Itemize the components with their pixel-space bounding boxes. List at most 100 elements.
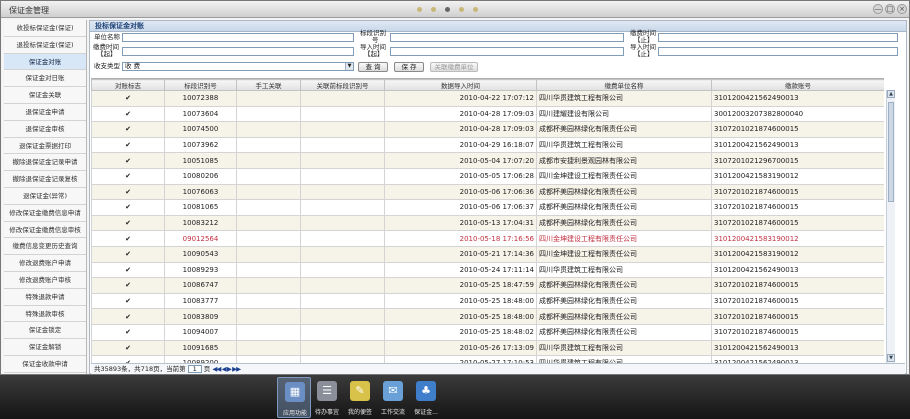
checkmark-icon[interactable]: ✔ (125, 313, 132, 321)
title-bar[interactable]: 保证金管理 — □ × (1, 1, 909, 18)
reconcile-checkbox[interactable]: ✔ (91, 230, 165, 247)
table-row[interactable]: ✔ 10073604 2010-04-28 17:09:03 四川建耀建设有限公司 30… (91, 105, 884, 123)
sidebar-item[interactable]: 保证金解锁 (4, 339, 86, 356)
checkmark-icon[interactable]: ✔ (125, 204, 132, 211)
reconcile-checkbox[interactable]: ✔ (91, 355, 165, 363)
fee-type-select[interactable]: 收 费 ▼ (122, 62, 354, 71)
checkmark-icon[interactable]: ✔ (125, 142, 132, 149)
table-row[interactable]: ✔ 10073962 2010-04-29 16:18:07 四川华贯建筑工程有限公司… (91, 136, 884, 154)
deposit-icon[interactable]: ♣ (416, 381, 436, 401)
sidebar-item[interactable]: 退保证金审核 (4, 121, 86, 138)
table-row[interactable]: ✔ 10090543 2010-05-21 17:14:36 四川金坤建设工程有限责任… (91, 245, 884, 263)
reconcile-checkbox[interactable]: ✔ (91, 199, 165, 216)
table-row[interactable]: ✔ 10089293 2010-05-24 17:11:14 四川华贯建筑工程有限公司… (91, 261, 884, 279)
minimize-button[interactable]: — (873, 4, 883, 14)
page-number-input[interactable]: 1 (187, 365, 202, 373)
table-row[interactable]: ✔ 10081065 2010-05-06 17:06:37 成都杯美园林绿化有限责任… (91, 199, 884, 216)
pay-time-to-input[interactable] (658, 33, 898, 42)
table-row[interactable]: ✔ 10076063 2010-05-06 17:06:36 成都杯美园林绿化有限责任… (91, 183, 884, 201)
checkmark-icon[interactable]: ✔ (125, 173, 132, 180)
reconcile-checkbox[interactable]: ✔ (91, 339, 165, 357)
checkmark-icon[interactable]: ✔ (125, 188, 132, 196)
dock-item[interactable]: ✉ 工作交流 (376, 377, 410, 418)
page-dot[interactable] (417, 7, 422, 12)
sidebar-item[interactable]: 保证金收款申请 (4, 356, 86, 373)
table-row[interactable]: ✔ 10094007 2010-05-25 18:48:02 成都杯美园林绿化有限责任… (91, 323, 884, 341)
column-header[interactable]: 标段识别号 (164, 79, 237, 91)
column-header[interactable]: 关联前标段识别号 (300, 79, 385, 91)
table-row[interactable]: ✔ 09012564 2010-05-18 17:16:56 四川金坤建设工程有限责任… (91, 230, 884, 247)
close-button[interactable]: × (897, 4, 907, 14)
table-row[interactable]: ✔ 10086747 2010-05-25 18:47:59 成都杯美园林绿化有限责任… (91, 277, 884, 294)
checkmark-icon[interactable]: ✔ (125, 235, 132, 243)
reconcile-checkbox[interactable]: ✔ (91, 308, 165, 325)
sidebar-item[interactable]: 特殊退款申请 (4, 289, 86, 306)
pager-nav-buttons[interactable]: ◀◀ ◀ ▶ ▶▶ (212, 365, 241, 373)
dock-item[interactable]: ♣ 保证金... (409, 377, 443, 418)
column-header[interactable]: 缴费单位名称 (536, 79, 712, 91)
checkmark-icon[interactable]: ✔ (125, 282, 132, 289)
reconcile-checkbox[interactable]: ✔ (91, 136, 165, 154)
sidebar-item[interactable]: 退保证金申请 (4, 104, 86, 121)
checkmark-icon[interactable]: ✔ (125, 344, 132, 352)
table-row[interactable]: ✔ 10051085 2010-05-04 17:07:20 成都市安捷利景观园林有限… (91, 152, 884, 169)
dock-item[interactable]: ☰ 待办事宜 (310, 377, 344, 418)
table-row[interactable]: ✔ 10083212 2010-05-13 17:04:31 成都杯美园林绿化有限责任… (91, 214, 884, 232)
table-row[interactable]: ✔ 10072388 2010-04-22 17:07:12 四川华贯建筑工程有限公司… (91, 90, 884, 107)
sidebar-item[interactable]: 退保证金票据打印 (4, 138, 86, 155)
column-header[interactable]: 对账标志 (91, 79, 165, 91)
sidebar-item[interactable]: 保证金收款复核 (4, 373, 86, 374)
sidebar-item[interactable]: 撤除退保证金记录申请 (4, 154, 86, 172)
checkmark-icon[interactable]: ✔ (125, 126, 132, 133)
maximize-button[interactable]: □ (885, 4, 895, 14)
unit-name-input[interactable] (122, 33, 354, 42)
checkmark-icon[interactable]: ✔ (125, 220, 132, 227)
dock-item[interactable]: ✎ 我的便签 (343, 377, 377, 418)
page-dot[interactable] (431, 7, 436, 12)
checkmark-icon[interactable]: ✔ (125, 329, 132, 336)
note-icon[interactable]: ✎ (350, 381, 370, 401)
sidebar-item[interactable]: 修改保证金缴费信息审核 (4, 222, 86, 239)
sidebar-item[interactable]: 修改保证金缴费信息申请 (4, 205, 86, 222)
reconcile-checkbox[interactable]: ✔ (91, 245, 165, 263)
column-header[interactable]: 数据导入时间 (384, 79, 537, 91)
pay-time-from-input[interactable] (122, 47, 354, 56)
apps-icon[interactable]: ▦ (285, 382, 305, 402)
sidebar-item[interactable]: 保证金关联 (4, 87, 86, 104)
reconcile-checkbox[interactable]: ✔ (91, 90, 165, 107)
reconcile-checkbox[interactable]: ✔ (91, 323, 165, 341)
table-row[interactable]: ✔ 10091685 2010-05-26 17:13:09 四川华贯建筑工程有限公司… (91, 339, 884, 357)
reconcile-checkbox[interactable]: ✔ (91, 121, 165, 138)
chat-icon[interactable]: ✉ (383, 381, 403, 401)
scroll-up-icon[interactable]: ▲ (887, 90, 895, 98)
bid-id-input[interactable] (390, 33, 624, 42)
reconcile-checkbox[interactable]: ✔ (91, 261, 165, 279)
sidebar-item[interactable]: 保证金对账 (4, 53, 86, 71)
page-dot-current[interactable] (445, 7, 450, 12)
page-dot[interactable] (473, 7, 478, 12)
reconcile-checkbox[interactable]: ✔ (91, 277, 165, 294)
sidebar-item[interactable]: 修改退费账户申请 (4, 255, 86, 272)
table-row[interactable]: ✔ 10080206 2010-05-05 17:06:28 四川金坤建设工程有限责任… (91, 167, 884, 185)
sidebar-item[interactable]: 保证金对日账 (4, 70, 86, 88)
page-dot[interactable] (459, 7, 464, 12)
scroll-thumb[interactable] (888, 102, 894, 202)
vertical-scrollbar[interactable]: ▲ ▼ (886, 90, 895, 363)
sidebar-item[interactable]: 修改退费账户审核 (4, 272, 86, 289)
column-header[interactable]: 手工关联 (236, 79, 301, 91)
import-time-from-input[interactable] (390, 47, 624, 56)
sidebar-item[interactable]: 收投标保证金(保证) (4, 20, 86, 37)
sidebar-item[interactable]: 保证金锁定 (4, 322, 86, 340)
checkmark-icon[interactable]: ✔ (125, 110, 132, 118)
checkmark-icon[interactable]: ✔ (125, 266, 132, 274)
reconcile-checkbox[interactable]: ✔ (91, 214, 165, 232)
table-row[interactable]: ✔ 10083809 2010-05-25 18:48:00 成都杯美园林绿化有限责任… (91, 308, 884, 325)
todo-icon[interactable]: ☰ (317, 381, 337, 401)
sidebar-item[interactable]: 缴费信息变更历史查询 (4, 238, 86, 256)
save-button[interactable]: 保 存 (394, 62, 424, 72)
table-row[interactable]: ✔10089200 2010-05-27 17:10:53四川华贯建筑工程有限公司… (91, 355, 884, 363)
table-row[interactable]: ✔ 10074500 2010-04-28 17:09:03 成都杯美园林绿化有限责任… (91, 121, 884, 138)
reconcile-checkbox[interactable]: ✔ (91, 183, 165, 201)
checkmark-icon[interactable]: ✔ (125, 298, 132, 305)
table-row[interactable]: ✔ 10083777 2010-05-25 18:48:00 成都杯美园林绿化有限责任… (91, 292, 884, 310)
